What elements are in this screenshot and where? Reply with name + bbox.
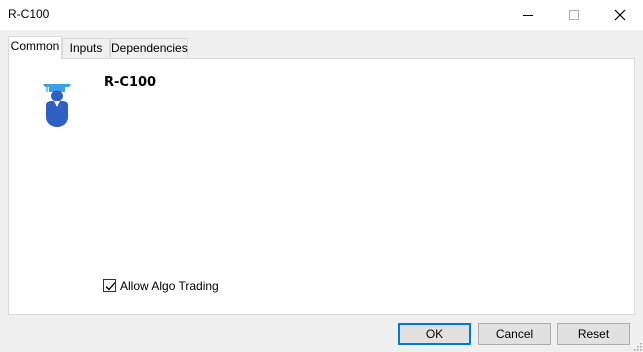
cancel-button[interactable]: Cancel <box>478 323 551 345</box>
title-bar: R-C100 <box>0 0 643 30</box>
tab-dependencies[interactable]: Dependencies <box>110 38 188 57</box>
resize-grip-icon[interactable] <box>633 342 642 351</box>
allow-algo-trading-checkbox[interactable] <box>103 279 116 292</box>
checkmark-icon <box>105 282 116 291</box>
tab-common[interactable]: Common <box>8 36 62 59</box>
minimize-icon <box>523 15 533 16</box>
ea-name-label: R-C100 <box>104 75 157 90</box>
graduate-avatar-icon <box>43 84 71 127</box>
minimize-button[interactable] <box>505 0 551 30</box>
window-title: R-C100 <box>8 7 50 21</box>
expert-properties-window: R-C100 Common Inputs Dependencies R-C100… <box>0 0 643 352</box>
common-tab-panel: R-C100 Allow Algo Trading <box>8 58 635 315</box>
maximize-button[interactable] <box>551 0 597 30</box>
tab-inputs[interactable]: Inputs <box>62 38 110 57</box>
allow-algo-trading-label: Allow Algo Trading <box>120 279 219 293</box>
maximize-icon <box>569 10 579 20</box>
ok-button[interactable]: OK <box>398 323 471 345</box>
close-button[interactable] <box>597 0 643 30</box>
close-icon <box>614 9 626 21</box>
reset-button[interactable]: Reset <box>557 323 630 345</box>
